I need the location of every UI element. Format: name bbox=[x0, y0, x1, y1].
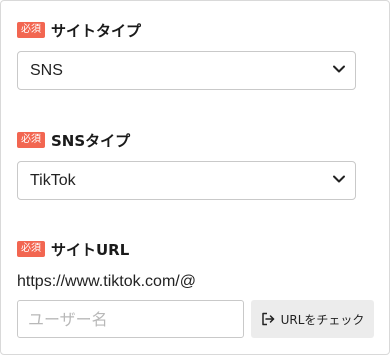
url-input-row: URLをチェック bbox=[17, 300, 374, 338]
username-input[interactable] bbox=[17, 300, 244, 338]
sns-type-label-row: 必須 SNSタイプ bbox=[17, 129, 356, 151]
check-url-button[interactable]: URLをチェック bbox=[251, 300, 374, 338]
required-badge: 必須 bbox=[17, 22, 45, 38]
site-url-field: 必須 サイトURL https://www.tiktok.com/@ URLをチ… bbox=[17, 238, 374, 338]
sns-type-field: 必須 SNSタイプ TikTok bbox=[17, 129, 356, 200]
required-badge: 必須 bbox=[17, 132, 45, 148]
chevron-down-icon bbox=[333, 65, 345, 73]
site-type-select[interactable]: SNS bbox=[17, 51, 356, 90]
required-badge: 必須 bbox=[17, 241, 45, 257]
site-form-panel: 必須 サイトタイプ SNS 必須 SNSタイプ TikTok 必須 サイトURL… bbox=[0, 0, 390, 355]
site-type-selected-value: SNS bbox=[30, 62, 63, 79]
check-url-button-label: URLをチェック bbox=[280, 312, 365, 327]
site-type-field: 必須 サイトタイプ SNS bbox=[17, 19, 356, 90]
sns-type-selected-value: TikTok bbox=[30, 172, 76, 189]
url-prefix: https://www.tiktok.com/@ bbox=[17, 273, 196, 290]
site-url-label-row: 必須 サイトURL bbox=[17, 238, 374, 260]
site-url-label: サイトURL bbox=[51, 240, 130, 259]
site-type-label: サイトタイプ bbox=[51, 21, 142, 40]
chevron-down-icon bbox=[333, 175, 345, 183]
sign-out-icon bbox=[261, 312, 274, 326]
site-type-label-row: 必須 サイトタイプ bbox=[17, 19, 356, 41]
sns-type-label: SNSタイプ bbox=[51, 131, 131, 150]
sns-type-select[interactable]: TikTok bbox=[17, 161, 356, 200]
